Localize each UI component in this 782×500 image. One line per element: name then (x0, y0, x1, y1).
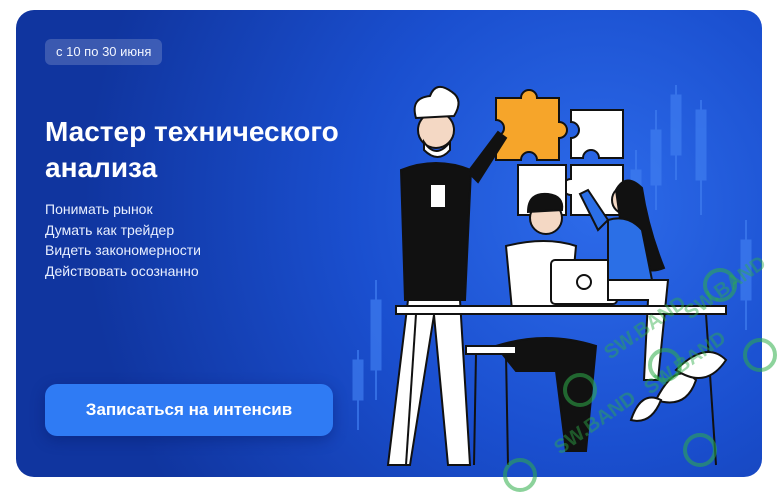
team-illustration (352, 85, 752, 466)
benefit-item: Понимать рынок (45, 201, 153, 217)
date-badge: с 10 по 30 июня (45, 39, 163, 65)
coffee-cup-icon (429, 183, 447, 209)
seated-man-figure (494, 192, 618, 452)
standing-man-figure (386, 85, 508, 466)
promo-banner: с 10 по 30 июня Мастер технического анал… (16, 10, 762, 477)
benefit-item: Думать как трейдер (45, 221, 175, 238)
signup-button[interactable]: Записаться на интенсив (45, 384, 333, 436)
benefit-item: Действовать осознанно (45, 262, 199, 279)
benefits-list: Понимать рынок Думать как трейдер Видеть… (45, 199, 201, 281)
benefit-item: Видеть закономерности (45, 242, 201, 258)
